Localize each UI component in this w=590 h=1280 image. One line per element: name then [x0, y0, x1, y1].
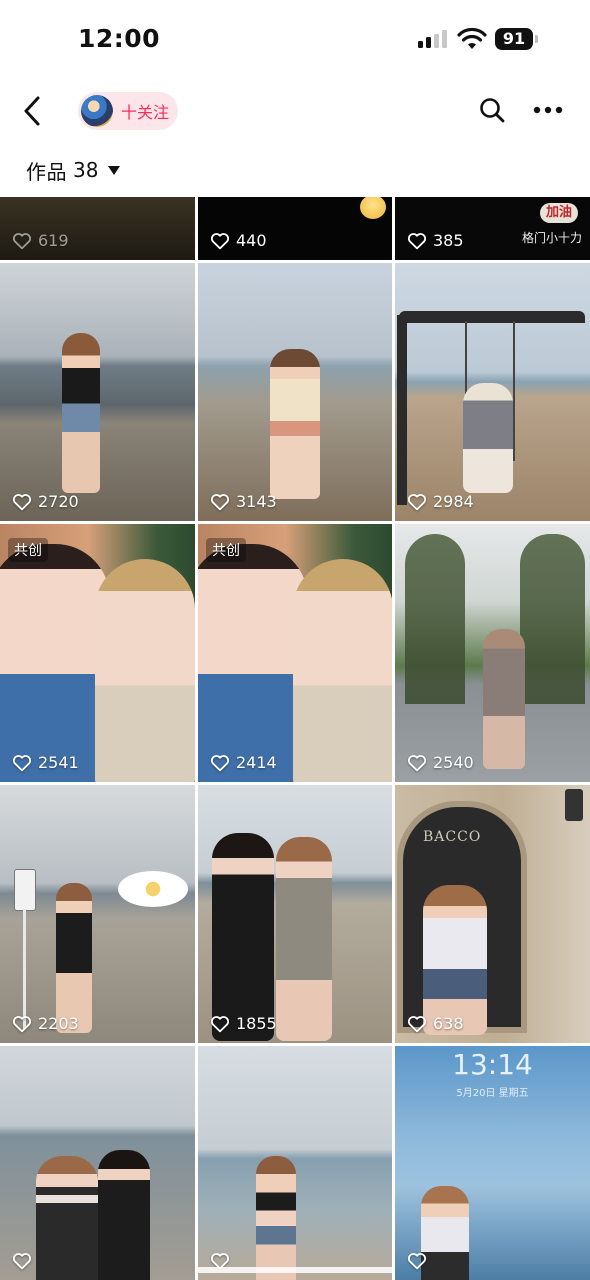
battery-level: 91 — [495, 28, 533, 50]
like-count: 638 — [433, 1014, 464, 1033]
like-count: 440 — [236, 231, 267, 250]
video-figure — [98, 1150, 150, 1280]
video-tile[interactable]: 2720 — [0, 263, 195, 521]
video-figure — [198, 544, 308, 782]
heart-icon — [12, 1015, 32, 1032]
works-label: 作品 — [26, 159, 67, 184]
video-tile[interactable]: 2540 — [395, 524, 590, 782]
like-count: 2540 — [433, 753, 474, 772]
heart-icon — [407, 1015, 427, 1032]
storefront-sign: BACCO — [423, 829, 482, 845]
battery-icon: 91 — [495, 28, 539, 50]
sign-post — [14, 869, 36, 911]
heart-icon — [407, 232, 427, 249]
like-count: 2984 — [433, 492, 474, 511]
overlay-time: 13:14 — [452, 1048, 533, 1081]
like-count: 3143 — [236, 492, 277, 511]
like-count: 2720 — [38, 492, 79, 511]
overlay-text: 加油 — [539, 203, 578, 223]
heart-icon — [210, 1015, 230, 1032]
video-tile[interactable]: 3143 — [198, 263, 392, 521]
top-nav: 十关注 — [0, 82, 590, 140]
overlay-caption: 格门小十力 — [521, 231, 582, 245]
heart-icon — [210, 493, 230, 510]
video-tile[interactable]: 加油 格门小十力 385 — [395, 197, 590, 260]
video-tile[interactable] — [0, 1046, 195, 1280]
works-count: 38 — [73, 158, 99, 182]
heart-icon — [407, 493, 427, 510]
heart-icon — [407, 754, 427, 771]
video-figure — [36, 1156, 98, 1280]
cellular-signal-icon — [418, 30, 448, 48]
heart-icon — [12, 754, 32, 771]
like-count: 619 — [38, 231, 69, 250]
like-count: 1855 — [236, 1014, 277, 1033]
swing-frame — [399, 311, 585, 323]
video-figure — [276, 837, 332, 1041]
status-bar: 12:00 91 — [0, 0, 590, 80]
like-count: 2541 — [38, 753, 79, 772]
video-figure — [423, 885, 487, 1035]
follow-button[interactable]: 十关注 — [78, 92, 178, 130]
caret-down-icon — [108, 165, 121, 175]
back-icon[interactable] — [18, 94, 48, 128]
video-tile[interactable] — [198, 1046, 392, 1280]
flower-decoration — [118, 871, 188, 907]
heart-icon — [210, 754, 230, 771]
heart-icon — [210, 232, 230, 249]
video-figure — [62, 333, 100, 493]
overlay-date: 5月20日 星期五 — [456, 1088, 529, 1099]
avatar[interactable] — [81, 95, 113, 127]
works-filter[interactable]: 作品 38 — [26, 155, 121, 185]
follow-label: 十关注 — [121, 103, 170, 122]
search-icon[interactable] — [478, 96, 506, 124]
wall-lamp — [565, 789, 583, 821]
more-icon[interactable] — [532, 104, 564, 116]
wifi-icon — [457, 27, 487, 49]
heart-icon — [12, 1253, 32, 1270]
video-tile[interactable]: 440 — [198, 197, 392, 260]
heart-icon — [12, 232, 32, 249]
collab-badge: 共创 — [8, 538, 48, 562]
home-indicator[interactable] — [195, 1267, 395, 1273]
video-figure — [56, 883, 92, 1033]
like-count: 2414 — [236, 753, 277, 772]
video-tile[interactable]: 1855 — [198, 785, 392, 1043]
heart-icon — [12, 493, 32, 510]
video-tile[interactable]: 619 — [0, 197, 195, 260]
video-tile[interactable]: BACCO 638 — [395, 785, 590, 1043]
video-figure — [212, 833, 274, 1041]
video-figure — [0, 544, 110, 782]
like-count: 385 — [433, 231, 464, 250]
status-time: 12:00 — [78, 24, 161, 53]
video-tile[interactable]: 2984 — [395, 263, 590, 521]
video-tile[interactable]: 共创 2541 — [0, 524, 195, 782]
video-tile[interactable]: 13:14 5月20日 星期五 — [395, 1046, 590, 1280]
video-tile[interactable]: 2203 — [0, 785, 195, 1043]
emoji-sticker — [360, 197, 386, 219]
video-figure — [270, 349, 320, 499]
video-figure — [256, 1156, 296, 1280]
video-figure — [293, 559, 392, 782]
heart-icon — [407, 1253, 427, 1270]
video-tile[interactable]: 共创 2414 — [198, 524, 392, 782]
video-figure — [95, 559, 195, 782]
video-figure — [463, 383, 513, 493]
video-figure — [483, 629, 525, 769]
like-count: 2203 — [38, 1014, 79, 1033]
collab-badge: 共创 — [206, 538, 246, 562]
